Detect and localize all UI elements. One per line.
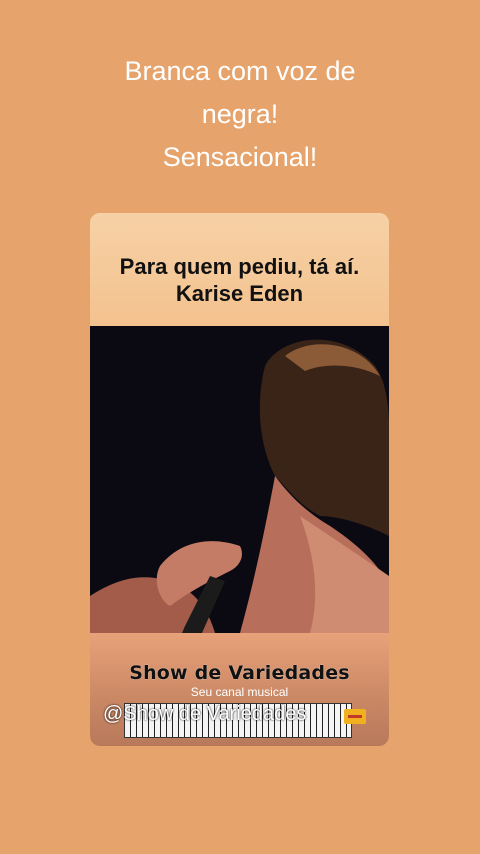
video-card[interactable]: Para quem pediu, tá aí. Karise Eden Show… [90,213,389,746]
card-header: Para quem pediu, tá aí. Karise Eden [90,213,389,326]
singer-image [90,326,389,633]
card-footer: Show de Variedades Seu canal musical @Sh… [90,633,389,746]
card-title-line-2: Karise Eden [175,281,304,306]
caption-line-2: negra! [201,99,279,129]
card-title: Para quem pediu, tá aí. Karise Eden [90,253,389,307]
card-title-line-1: Para quem pediu, tá aí. [119,254,360,279]
brand-subtitle: Seu canal musical [190,685,289,699]
caption-line-3: Sensacional! [162,142,318,172]
ticket-icon [344,709,366,724]
caption-text: Branca com voz de negra! Sensacional! [40,50,440,179]
brand-name: Show de Variedades [129,662,350,684]
caption-line-1: Branca com voz de [124,56,356,86]
video-thumbnail[interactable] [90,326,389,633]
channel-handle[interactable]: @Show de Variedades [103,703,379,726]
